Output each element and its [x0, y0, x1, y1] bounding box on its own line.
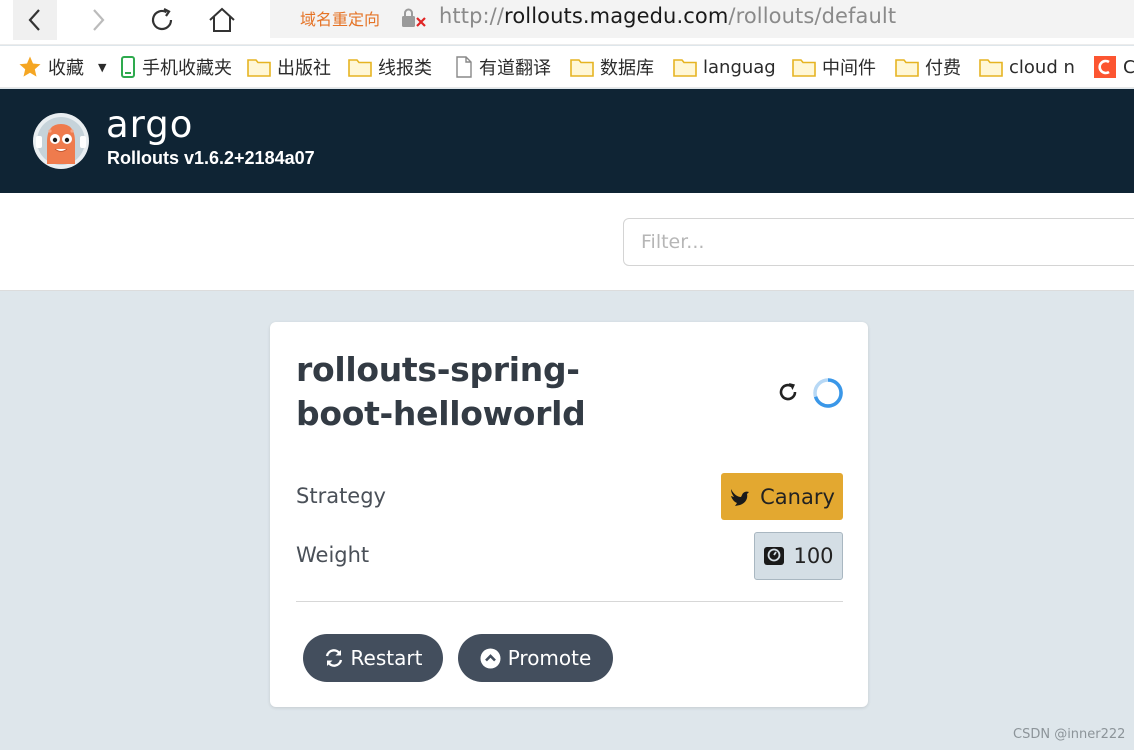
bookmark-folder[interactable]: 中间件: [792, 55, 876, 79]
strategy-value: Canary: [760, 484, 835, 509]
bookmark-page[interactable]: 有道翻译: [455, 55, 551, 79]
bookmark-label: 线报类: [378, 58, 432, 79]
strategy-label: Strategy: [296, 484, 386, 508]
bookmark-label: languag: [703, 56, 776, 78]
bookmark-label: 付费: [925, 58, 961, 79]
bookmark-folder[interactable]: languag: [673, 55, 776, 79]
insecure-lock-icon[interactable]: [401, 7, 427, 29]
argo-logo-icon[interactable]: [32, 112, 90, 170]
app-header: argo Rollouts v1.6.2+2184a07: [0, 89, 1134, 193]
url-path: /rollouts/default: [728, 4, 897, 28]
rollout-card[interactable]: rollouts-spring-boot-helloworld Strategy…: [270, 322, 868, 707]
url-text[interactable]: http://rollouts.magedu.com/rollouts/defa…: [439, 4, 896, 28]
strategy-badge: Canary: [721, 473, 843, 520]
weight-value: 100: [793, 544, 834, 568]
csdn-icon: [1093, 55, 1117, 79]
restart-label: Restart: [350, 646, 423, 670]
weight-scale-icon: [763, 545, 785, 567]
chevron-up-circle-icon: [480, 648, 501, 669]
brand-name: argo: [106, 103, 194, 146]
sync-icon: [324, 648, 344, 668]
forward-button[interactable]: [76, 0, 120, 40]
home-icon: [209, 7, 235, 32]
bookmark-label: 有道翻译: [479, 58, 551, 79]
page-icon: [455, 56, 473, 78]
phone-icon: [120, 56, 136, 78]
refresh-icon[interactable]: [776, 380, 800, 404]
back-button[interactable]: [13, 0, 57, 40]
bookmark-folder[interactable]: 付费: [895, 55, 961, 79]
folder-icon: [792, 57, 816, 77]
folder-icon: [895, 57, 919, 77]
bookmarks-bar: 收藏 ▼ 手机收藏夹 出版社 线报类 有道翻译 数据库 languag 中间件 …: [0, 46, 1134, 88]
restart-button[interactable]: Restart: [303, 634, 443, 682]
bookmark-label: cloud n: [1009, 56, 1075, 78]
loading-spinner-icon: [813, 378, 843, 408]
bookmark-label: 收藏: [48, 58, 84, 79]
url-prefix: http://: [439, 4, 505, 28]
home-button[interactable]: [200, 0, 244, 40]
address-bar[interactable]: 域名重定向 http://rollouts.magedu.com/rollout…: [270, 0, 1134, 38]
bookmark-folder[interactable]: cloud n: [979, 55, 1075, 79]
bookmark-folder[interactable]: 线报类: [348, 55, 432, 79]
rollout-name[interactable]: rollouts-spring-boot-helloworld: [296, 348, 656, 436]
weight-badge: 100: [754, 532, 843, 580]
folder-icon: [247, 57, 271, 77]
browser-toolbar: 域名重定向 http://rollouts.magedu.com/rollout…: [0, 0, 1134, 45]
bookmark-favorites[interactable]: 收藏 ▼: [18, 55, 106, 79]
folder-icon: [979, 57, 1003, 77]
bookmark-label: C: [1123, 57, 1134, 78]
bookmark-folder[interactable]: 数据库: [570, 55, 654, 79]
toolbar: [0, 193, 1134, 291]
url-host: rollouts.magedu.com: [504, 4, 729, 28]
bookmark-label: 中间件: [822, 58, 876, 79]
bookmark-csdn[interactable]: C: [1093, 55, 1134, 79]
dropdown-caret-icon[interactable]: ▼: [98, 61, 106, 74]
folder-icon: [673, 57, 697, 77]
promote-button[interactable]: Promote: [458, 634, 613, 682]
folder-icon: [348, 57, 372, 77]
app-version: Rollouts v1.6.2+2184a07: [107, 148, 315, 168]
redirect-label[interactable]: 域名重定向: [300, 6, 380, 30]
card-divider: [296, 601, 843, 602]
bookmark-mobile[interactable]: 手机收藏夹: [120, 55, 232, 79]
chevron-right-icon: [93, 9, 105, 31]
bookmark-label: 数据库: [600, 58, 654, 79]
weight-label: Weight: [296, 543, 370, 567]
promote-label: Promote: [507, 646, 592, 670]
bookmark-label: 手机收藏夹: [142, 58, 232, 79]
reload-icon: [151, 8, 173, 31]
filter-input[interactable]: [623, 218, 1134, 266]
folder-icon: [570, 57, 594, 77]
watermark: CSDN @inner222: [1013, 727, 1126, 742]
bookmark-label: 出版社: [277, 58, 331, 79]
dove-icon: [729, 486, 751, 508]
bookmark-folder[interactable]: 出版社: [247, 55, 331, 79]
reload-button[interactable]: [140, 0, 184, 40]
star-icon: [18, 55, 42, 79]
chevron-left-icon: [28, 9, 40, 31]
